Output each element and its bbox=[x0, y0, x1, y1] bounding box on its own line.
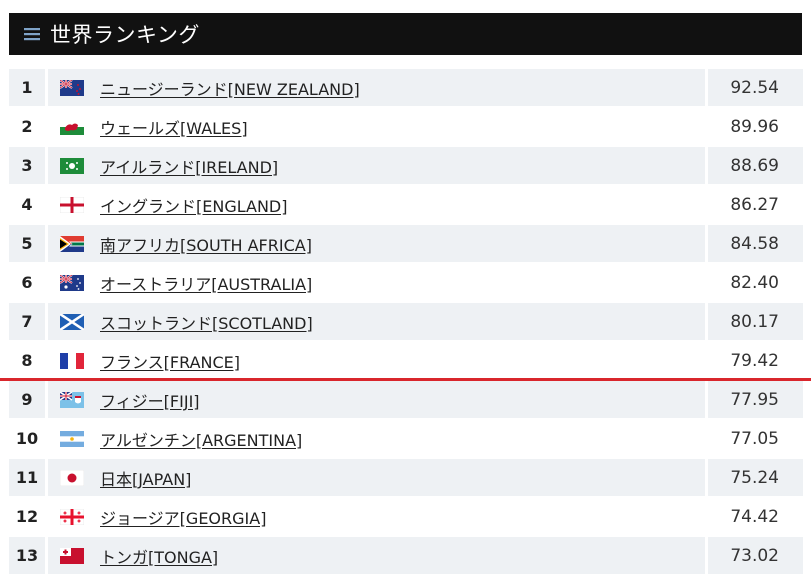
country-cell: アルゼンチン[ARGENTINA] bbox=[48, 420, 705, 457]
rank-cell: 1 bbox=[9, 69, 45, 106]
rank-cell: 9 bbox=[9, 381, 45, 418]
country-link[interactable]: 日本[JAPAN] bbox=[100, 466, 191, 490]
points-cell: 79.42 bbox=[708, 342, 803, 379]
rank-cell: 8 bbox=[9, 342, 45, 379]
ranking-table: 1 ニュージーランド[NEW ZEALAND] 92.54 2 ウェールズ[WA… bbox=[9, 69, 803, 576]
country-cell: 日本[JAPAN] bbox=[48, 459, 705, 496]
south-africa-flag-icon bbox=[60, 235, 84, 252]
country-link[interactable]: オーストラリア[AUSTRALIA] bbox=[100, 271, 312, 295]
table-row-4: 4 イングランド[ENGLAND] 86.27 bbox=[9, 186, 803, 225]
rank-cell: 3 bbox=[9, 147, 45, 184]
country-link[interactable]: スコットランド[SCOTLAND] bbox=[100, 310, 313, 334]
country-link[interactable]: フランス[FRANCE] bbox=[100, 349, 240, 373]
table-row-9: 9 フィジー[FIJI] 77.95 bbox=[9, 381, 803, 420]
country-cell: オーストラリア[AUSTRALIA] bbox=[48, 264, 705, 301]
table-row-8: 8 フランス[FRANCE] 79.42 bbox=[9, 342, 803, 381]
table-row-2: 2 ウェールズ[WALES] 89.96 bbox=[9, 108, 803, 147]
table-row-13: 13 トンガ[TONGA] 73.02 bbox=[9, 537, 803, 576]
points-cell: 74.42 bbox=[708, 498, 803, 535]
wales-flag-icon bbox=[60, 118, 84, 135]
rank-cell: 2 bbox=[9, 108, 45, 145]
country-link[interactable]: 南アフリカ[SOUTH AFRICA] bbox=[100, 232, 312, 256]
country-cell: 南アフリカ[SOUTH AFRICA] bbox=[48, 225, 705, 262]
country-cell: アイルランド[IRELAND] bbox=[48, 147, 705, 184]
table-row-11: 11 日本[JAPAN] 75.24 bbox=[9, 459, 803, 498]
rank-cell: 6 bbox=[9, 264, 45, 301]
rank-cell: 12 bbox=[9, 498, 45, 535]
points-cell: 88.69 bbox=[708, 147, 803, 184]
points-cell: 77.95 bbox=[708, 381, 803, 418]
country-cell: スコットランド[SCOTLAND] bbox=[48, 303, 705, 340]
table-row-7: 7 スコットランド[SCOTLAND] 80.17 bbox=[9, 303, 803, 342]
rank-cell: 13 bbox=[9, 537, 45, 574]
rank-cell: 5 bbox=[9, 225, 45, 262]
points-cell: 82.40 bbox=[708, 264, 803, 301]
argentina-flag-icon bbox=[60, 430, 84, 447]
fiji-flag-icon bbox=[60, 391, 84, 408]
points-cell: 75.24 bbox=[708, 459, 803, 496]
points-cell: 89.96 bbox=[708, 108, 803, 145]
page-title: 世界ランキング bbox=[50, 23, 200, 47]
country-link[interactable]: アイルランド[IRELAND] bbox=[100, 154, 278, 178]
australia-flag-icon bbox=[60, 274, 84, 291]
points-cell: 86.27 bbox=[708, 186, 803, 223]
points-cell: 73.02 bbox=[708, 537, 803, 574]
country-cell: ウェールズ[WALES] bbox=[48, 108, 705, 145]
table-row-6: 6 オーストラリア[AUSTRALIA] 82.40 bbox=[9, 264, 803, 303]
country-cell: トンガ[TONGA] bbox=[48, 537, 705, 574]
ireland-flag-icon bbox=[60, 157, 84, 174]
country-cell: イングランド[ENGLAND] bbox=[48, 186, 705, 223]
country-cell: ジョージア[GEORGIA] bbox=[48, 498, 705, 535]
country-link[interactable]: フィジー[FIJI] bbox=[100, 388, 200, 412]
country-link[interactable]: ジョージア[GEORGIA] bbox=[100, 505, 266, 529]
georgia-flag-icon bbox=[60, 508, 84, 525]
table-row-12: 12 ジョージア[GEORGIA] 74.42 bbox=[9, 498, 803, 537]
rank-cell: 10 bbox=[9, 420, 45, 457]
scotland-flag-icon bbox=[60, 313, 84, 330]
table-row-1: 1 ニュージーランド[NEW ZEALAND] 92.54 bbox=[9, 69, 803, 108]
table-row-3: 3 アイルランド[IRELAND] 88.69 bbox=[9, 147, 803, 186]
country-cell: フィジー[FIJI] bbox=[48, 381, 705, 418]
country-cell: ニュージーランド[NEW ZEALAND] bbox=[48, 69, 705, 106]
country-link[interactable]: アルゼンチン[ARGENTINA] bbox=[100, 427, 302, 451]
points-cell: 92.54 bbox=[708, 69, 803, 106]
country-link[interactable]: イングランド[ENGLAND] bbox=[100, 193, 287, 217]
points-cell: 77.05 bbox=[708, 420, 803, 457]
ranking-header: 世界ランキング bbox=[9, 13, 802, 55]
rank-cell: 4 bbox=[9, 186, 45, 223]
rank-cell: 7 bbox=[9, 303, 45, 340]
table-row-10: 10 アルゼンチン[ARGENTINA] 77.05 bbox=[9, 420, 803, 459]
table-row-5: 5 南アフリカ[SOUTH AFRICA] 84.58 bbox=[9, 225, 803, 264]
new-zealand-flag-icon bbox=[60, 79, 84, 96]
tonga-flag-icon bbox=[60, 547, 84, 564]
country-link[interactable]: ニュージーランド[NEW ZEALAND] bbox=[100, 76, 360, 100]
country-cell: フランス[FRANCE] bbox=[48, 342, 705, 379]
country-link[interactable]: ウェールズ[WALES] bbox=[100, 115, 248, 139]
hamburger-icon[interactable] bbox=[17, 27, 47, 41]
france-flag-icon bbox=[60, 352, 84, 369]
england-flag-icon bbox=[60, 196, 84, 213]
cutoff-line bbox=[0, 378, 811, 381]
points-cell: 84.58 bbox=[708, 225, 803, 262]
japan-flag-icon bbox=[60, 469, 84, 486]
country-link[interactable]: トンガ[TONGA] bbox=[100, 544, 218, 568]
rank-cell: 11 bbox=[9, 459, 45, 496]
points-cell: 80.17 bbox=[708, 303, 803, 340]
